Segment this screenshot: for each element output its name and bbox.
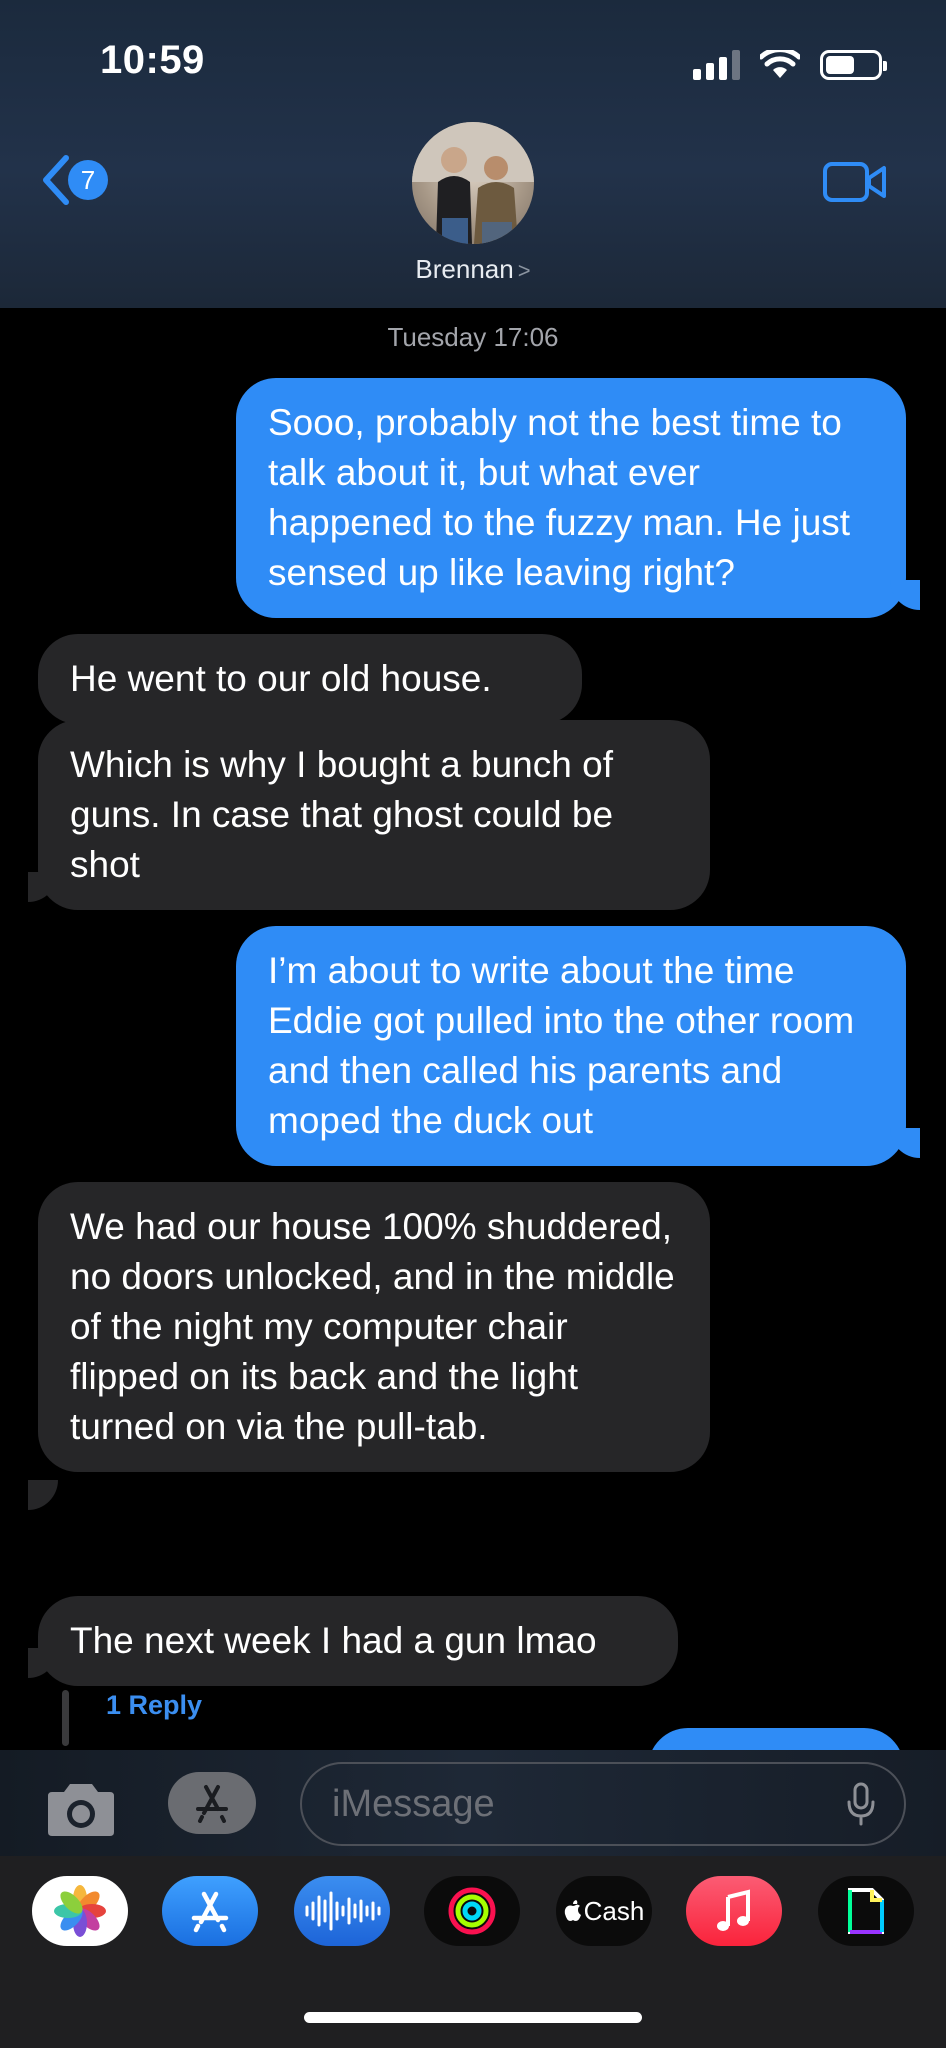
message-timestamp: Tuesday 17:06 [387,322,559,352]
home-indicator[interactable] [304,2012,642,2023]
chevron-right-icon: > [517,258,531,283]
thread-line [62,1690,69,1746]
video-camera-icon [823,162,886,202]
status-icons [693,44,887,80]
apple-cash-app-button[interactable]: Cash [556,1876,652,1946]
photos-app-button[interactable] [32,1876,128,1946]
chevron-left-icon [43,155,69,205]
app-store-app-button[interactable] [162,1876,258,1946]
back-button[interactable]: 7 [38,154,108,206]
photos-icon [54,1885,106,1937]
app-store-icon [196,1785,228,1823]
gif-icon [848,1888,884,1934]
apple-logo-icon [564,1900,581,1921]
message-bubble-outgoing[interactable]: I’m about to write about the time Eddie … [236,926,906,1166]
activity-rings-icon [448,1887,496,1935]
cellular-signal-icon [693,50,740,80]
message-bubble-incoming[interactable]: Which is why I bought a bunch of guns. I… [38,720,710,910]
bubble-tail [28,1480,58,1510]
camera-button[interactable] [44,1782,118,1843]
message-bubble-outgoing[interactable]: Sooo, probably not the best time to talk… [236,378,906,618]
imessage-input[interactable]: iMessage [300,1762,906,1846]
avatar-photo [412,122,534,244]
contact-avatar[interactable] [412,122,534,244]
unread-badge: 7 [68,160,108,200]
battery-icon [820,50,887,80]
cash-label: Cash [583,1895,645,1926]
gif-app-button[interactable] [818,1876,914,1946]
reply-thread-link[interactable]: 1 Reply [106,1690,202,1721]
app-store-icon [191,1891,229,1933]
camera-icon [48,1784,114,1836]
message-bubble-incoming[interactable]: The next week I had a gun lmao [38,1596,678,1686]
microphone-icon[interactable] [846,1782,876,1826]
activity-app-button[interactable] [424,1876,520,1946]
music-app-button[interactable] [686,1876,782,1946]
imessage-placeholder: iMessage [332,1783,495,1825]
contact-name: Brennan [415,254,514,284]
status-time: 10:59 [100,38,205,82]
message-bubble-incoming[interactable]: We had our house 100% shuddered, no door… [38,1182,710,1472]
message-bubble-incoming[interactable]: He went to our old house. [38,634,582,724]
wifi-icon [760,50,800,78]
waveform-icon [305,1891,381,1931]
music-note-icon [717,1889,750,1931]
contact-name-button[interactable]: Brennan > [0,254,946,285]
conversation-header: 10:59 7 Brennan > [0,0,946,308]
apps-button[interactable] [168,1772,256,1834]
audio-message-app-button[interactable] [294,1876,390,1946]
facetime-video-button[interactable] [822,160,888,209]
